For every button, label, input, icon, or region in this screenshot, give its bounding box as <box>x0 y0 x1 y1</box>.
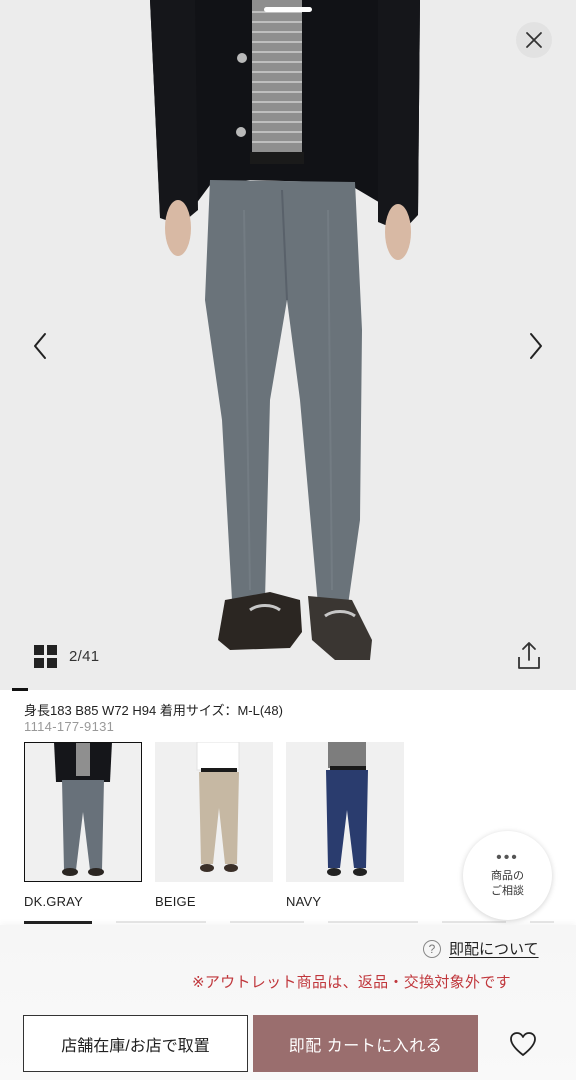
color-swatch-dk-gray[interactable]: DK.GRAY <box>24 742 142 909</box>
swatch-photo <box>24 742 142 882</box>
image-counter: 2/41 <box>69 648 100 665</box>
share-button[interactable] <box>514 640 544 672</box>
heart-icon <box>510 1032 536 1056</box>
close-button[interactable] <box>516 22 552 58</box>
product-code: 1114-177-9131 <box>24 719 115 734</box>
chevron-left-icon <box>34 333 46 359</box>
previous-image-button[interactable] <box>22 326 58 366</box>
consult-label-line1: 商品の <box>491 869 524 882</box>
swatch-label: BEIGE <box>155 894 196 909</box>
swatch-thumbnail <box>24 742 142 882</box>
swatch-thumbnail <box>286 742 404 882</box>
grid-view-button[interactable] <box>34 645 58 669</box>
product-consult-button[interactable]: ••• 商品の ご相談 <box>463 831 552 920</box>
swatch-photo <box>155 742 273 882</box>
product-image-gallery[interactable]: 2/41 <box>0 0 576 690</box>
swatch-label: NAVY <box>286 894 322 909</box>
model-size-info: 身長183 B85 W72 H94 着用サイズ：M-L(48) <box>24 703 283 718</box>
share-icon <box>518 642 540 669</box>
product-photo <box>0 0 576 690</box>
swatch-thumbnail <box>155 742 273 882</box>
consult-label-line2: ご相談 <box>491 884 524 897</box>
more-dots-icon: ••• <box>496 848 519 866</box>
swatch-photo <box>286 742 404 882</box>
swatch-scroll-indicator <box>24 921 554 924</box>
favorite-button[interactable] <box>508 1030 538 1058</box>
store-stock-button[interactable]: 店舗在庫/お店で取置 <box>23 1015 248 1072</box>
delivery-link-label: 即配について <box>449 941 539 958</box>
instant-delivery-info-link[interactable]: ? 即配について <box>423 938 539 959</box>
chevron-right-icon <box>530 333 542 359</box>
question-circle-icon: ? <box>423 939 441 958</box>
drag-handle[interactable] <box>264 7 312 12</box>
color-swatch-navy[interactable]: NAVY <box>286 742 404 909</box>
swatch-label: DK.GRAY <box>24 894 83 909</box>
outlet-notice: ※アウトレット商品は、返品・交換対象外です <box>192 974 511 991</box>
close-icon <box>526 32 542 48</box>
add-to-cart-button[interactable]: 即配 カートに入れる <box>253 1015 478 1072</box>
slide-position-marker <box>12 688 28 691</box>
next-image-button[interactable] <box>518 326 554 366</box>
color-swatch-beige[interactable]: BEIGE <box>155 742 273 909</box>
